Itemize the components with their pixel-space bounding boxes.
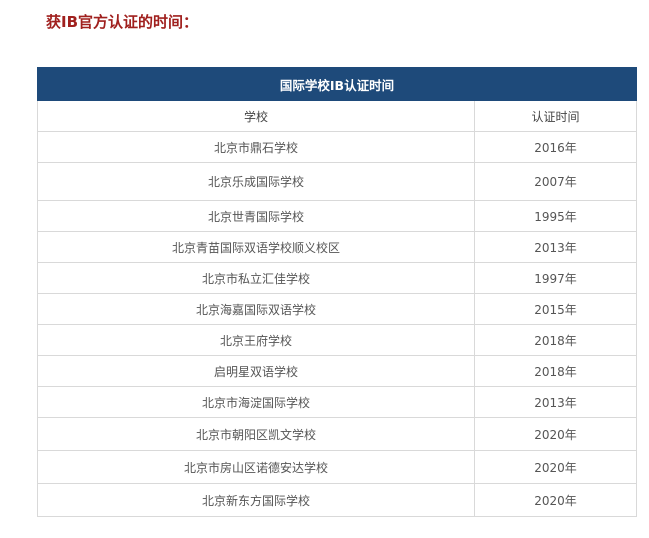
certification-year-cell: 2020年 [474, 417, 637, 451]
school-name-cell: 北京市海淀国际学校 [37, 386, 475, 418]
school-name-cell: 北京市鼎石学校 [37, 131, 475, 163]
certification-year-cell: 2020年 [474, 483, 637, 517]
table-row: 北京市房山区诺德安达学校 2020年 [37, 450, 637, 484]
table-header-row: 学校 认证时间 [37, 100, 637, 132]
column-header-certification-time: 认证时间 [474, 100, 637, 132]
school-name-cell: 北京新东方国际学校 [37, 483, 475, 517]
certification-year-cell: 2018年 [474, 355, 637, 387]
school-name-cell: 北京市朝阳区凯文学校 [37, 417, 475, 451]
table-row: 北京市私立汇佳学校 1997年 [37, 262, 637, 294]
table-row: 北京新东方国际学校 2020年 [37, 483, 637, 517]
certification-year-cell: 2020年 [474, 450, 637, 484]
certification-year-cell: 1997年 [474, 262, 637, 294]
certification-year-cell: 2018年 [474, 324, 637, 356]
certification-year-cell: 2016年 [474, 131, 637, 163]
school-name-cell: 北京市房山区诺德安达学校 [37, 450, 475, 484]
school-name-cell: 启明星双语学校 [37, 355, 475, 387]
certification-year-cell: 2007年 [474, 162, 637, 201]
table-title-row: 国际学校IB认证时间 [37, 67, 637, 101]
school-name-cell: 北京王府学校 [37, 324, 475, 356]
table-row: 北京世青国际学校 1995年 [37, 200, 637, 232]
school-name-cell: 北京乐成国际学校 [37, 162, 475, 201]
column-header-school: 学校 [37, 100, 475, 132]
ib-certification-table: 国际学校IB认证时间 学校 认证时间 北京市鼎石学校 2016年 北京乐成国际学… [37, 67, 637, 517]
certification-year-cell: 2015年 [474, 293, 637, 325]
certification-year-cell: 1995年 [474, 200, 637, 232]
school-name-cell: 北京海嘉国际双语学校 [37, 293, 475, 325]
table-row: 北京乐成国际学校 2007年 [37, 162, 637, 201]
table-row: 北京王府学校 2018年 [37, 324, 637, 356]
table-row: 北京青苗国际双语学校顺义校区 2013年 [37, 231, 637, 263]
school-name-cell: 北京青苗国际双语学校顺义校区 [37, 231, 475, 263]
table-row: 北京市朝阳区凯文学校 2020年 [37, 417, 637, 451]
table-title: 国际学校IB认证时间 [37, 67, 637, 101]
school-name-cell: 北京市私立汇佳学校 [37, 262, 475, 294]
table-row: 北京海嘉国际双语学校 2015年 [37, 293, 637, 325]
table-row: 北京市海淀国际学校 2013年 [37, 386, 637, 418]
page-heading: 获IB官方认证的时间： [46, 13, 199, 31]
certification-year-cell: 2013年 [474, 231, 637, 263]
certification-year-cell: 2013年 [474, 386, 637, 418]
table-row: 北京市鼎石学校 2016年 [37, 131, 637, 163]
table-row: 启明星双语学校 2018年 [37, 355, 637, 387]
school-name-cell: 北京世青国际学校 [37, 200, 475, 232]
